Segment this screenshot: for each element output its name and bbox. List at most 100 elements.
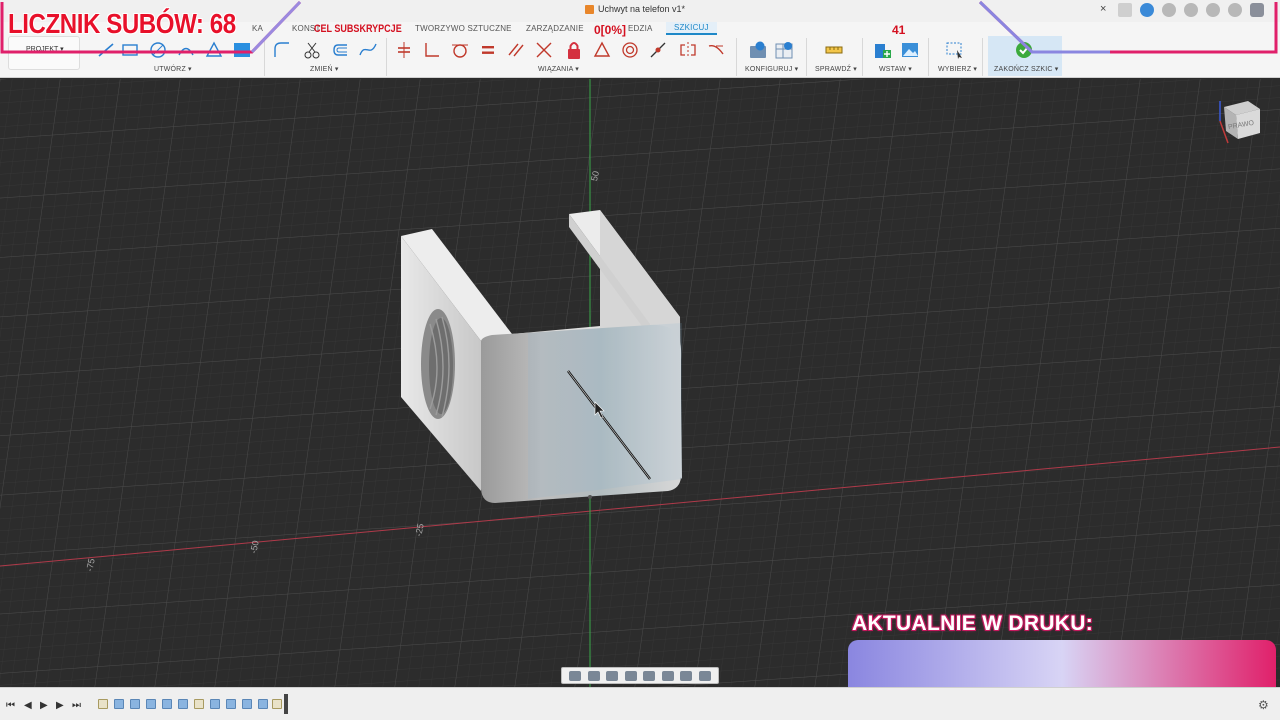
timeline-sketch-feature[interactable] <box>272 699 282 709</box>
ribbon-separator <box>736 38 737 76</box>
pan-icon[interactable] <box>606 670 619 681</box>
horizontal-vertical-constraint-icon[interactable] <box>648 40 668 60</box>
document-tab[interactable]: Uchwyt na telefon v1* <box>585 4 685 14</box>
extensions-icon[interactable] <box>1140 3 1154 17</box>
insert-derive-icon[interactable] <box>872 40 892 60</box>
tab-powierzchnia[interactable]: KA <box>252 24 263 33</box>
help-icon[interactable] <box>1228 3 1242 17</box>
timeline-feature[interactable] <box>210 699 220 709</box>
ribbon-separator <box>928 38 929 76</box>
close-tab-button[interactable]: × <box>1100 3 1106 15</box>
notifications-icon[interactable] <box>1206 3 1220 17</box>
tab-tworzywo-sztuczne[interactable]: TWORZYWO SZTUCZNE <box>415 24 512 33</box>
symmetry-constraint-icon[interactable] <box>678 40 698 60</box>
new-tab-icon[interactable] <box>1118 3 1132 17</box>
line-tool-icon[interactable] <box>96 40 116 60</box>
group-utworz[interactable]: UTWÓRZ ▾ <box>154 65 192 73</box>
equal-constraint-icon[interactable] <box>478 40 498 60</box>
canvas-viewport[interactable]: 50 -25 -50 -75 PRAWO <box>0 79 1280 687</box>
goal-count: 41 <box>892 23 906 37</box>
spline-tool-icon[interactable] <box>358 40 378 60</box>
concentric-constraint-icon[interactable] <box>620 40 640 60</box>
timeline-feature[interactable] <box>258 699 268 709</box>
timeline-first-icon[interactable]: ⏮ <box>6 700 15 711</box>
viewports-icon[interactable] <box>698 670 711 681</box>
tangent-constraint-icon[interactable] <box>450 40 470 60</box>
job-status-icon[interactable] <box>1162 3 1176 17</box>
timeline-play-icon[interactable]: ▶ <box>40 700 48 711</box>
timeline-next-icon[interactable]: ▶ <box>56 700 64 711</box>
timeline-prev-icon[interactable]: ◀ <box>24 700 32 711</box>
tab-narzedzia[interactable]: EDZIA <box>628 24 653 33</box>
timeline-marker[interactable] <box>284 694 288 714</box>
document-title: Uchwyt na telefon v1* <box>598 4 686 14</box>
trim-tool-icon[interactable] <box>302 40 322 60</box>
insert-image-icon[interactable] <box>900 40 920 60</box>
document-cube-icon <box>585 4 594 14</box>
group-konfiguruj[interactable]: KONFIGURUJ ▾ <box>745 65 798 73</box>
tab-szkicuj[interactable]: SZKICUJ <box>666 22 717 35</box>
timeline-last-icon[interactable]: ⏭ <box>72 700 81 711</box>
parallel-constraint-icon[interactable] <box>506 40 526 60</box>
group-zmien[interactable]: ZMIEŃ ▾ <box>310 65 339 73</box>
zoom-icon[interactable] <box>624 670 637 681</box>
configure-icon[interactable] <box>748 40 770 60</box>
ribbon-separator <box>806 38 807 76</box>
navigation-bar <box>561 667 719 684</box>
timeline-feature[interactable] <box>226 699 236 709</box>
group-wstaw[interactable]: WSTAW ▾ <box>879 65 912 73</box>
arc-tool-icon[interactable] <box>176 40 196 60</box>
timeline-sketch-feature[interactable] <box>98 699 108 709</box>
timeline: ⏮ ◀ ▶ ▶ ⏭ ⚙ <box>0 687 1280 720</box>
project-button[interactable]: PROJEKT ▾ <box>8 36 80 70</box>
avatar[interactable] <box>1250 3 1264 17</box>
axis-label-y50: 50 <box>589 170 601 182</box>
coincident-constraint-icon[interactable] <box>394 40 414 60</box>
timeline-feature[interactable] <box>162 699 172 709</box>
timeline-feature[interactable] <box>178 699 188 709</box>
timeline-extrude-feature[interactable] <box>114 699 124 709</box>
online-status-icon[interactable] <box>1184 3 1198 17</box>
ribbon-separator <box>982 38 983 76</box>
fix-lock-icon[interactable] <box>564 40 584 60</box>
goal-label: CEL SUBSKRYPCJE <box>314 23 402 35</box>
gear-icon[interactable]: ⚙ <box>1258 698 1269 712</box>
tab-zarzadzanie[interactable]: ZARZĄDZANIE <box>526 24 584 33</box>
timeline-feature[interactable] <box>242 699 252 709</box>
ribbon-separator <box>386 38 387 76</box>
group-wybierz[interactable]: WYBIERZ ▾ <box>938 65 977 73</box>
grid-settings-icon[interactable] <box>680 670 693 681</box>
print-status-title: AKTUALNIE W DRUKU: <box>852 612 1094 635</box>
group-zakoncz-szkic[interactable]: ZAKOŃCZ SZKIC ▾ <box>994 65 1058 73</box>
group-wiazania[interactable]: WIĄZANIA ▾ <box>538 65 579 73</box>
measure-icon[interactable] <box>824 40 844 60</box>
ribbon-separator <box>264 38 265 76</box>
sketch-grid <box>0 79 1280 687</box>
offset-tool-icon[interactable] <box>330 40 350 60</box>
ribbon-separator <box>862 38 863 76</box>
configure-table-icon[interactable] <box>774 40 796 60</box>
curvature-constraint-icon[interactable] <box>706 40 726 60</box>
polygon-tool-icon[interactable] <box>204 40 224 60</box>
orbit-icon[interactable] <box>569 670 582 681</box>
goal-percent: 0[0%] <box>594 23 627 37</box>
look-at-icon[interactable] <box>587 670 600 681</box>
timeline-feature[interactable] <box>146 699 156 709</box>
display-settings-icon[interactable] <box>661 670 674 681</box>
midpoint-constraint-icon[interactable] <box>592 40 612 60</box>
fit-icon[interactable] <box>643 670 656 681</box>
timeline-sketch-feature[interactable] <box>194 699 204 709</box>
circle-tool-icon[interactable] <box>148 40 168 60</box>
project-label: PROJEKT ▾ <box>26 46 64 53</box>
window-icons <box>1118 3 1264 17</box>
timeline-feature[interactable] <box>130 699 140 709</box>
fill-tool-icon[interactable] <box>232 40 258 60</box>
select-window-icon[interactable] <box>945 40 965 60</box>
perpendicular-constraint-icon[interactable] <box>422 40 442 60</box>
rectangle-tool-icon[interactable] <box>120 40 140 60</box>
fillet-tool-icon[interactable] <box>272 40 292 60</box>
collinear-constraint-icon[interactable] <box>534 40 554 60</box>
sub-counter: LICZNIK SUBÓW: 68 <box>8 8 236 39</box>
finish-sketch-check-icon[interactable] <box>1014 40 1034 60</box>
group-sprawdz[interactable]: SPRAWDŹ ▾ <box>815 65 857 73</box>
